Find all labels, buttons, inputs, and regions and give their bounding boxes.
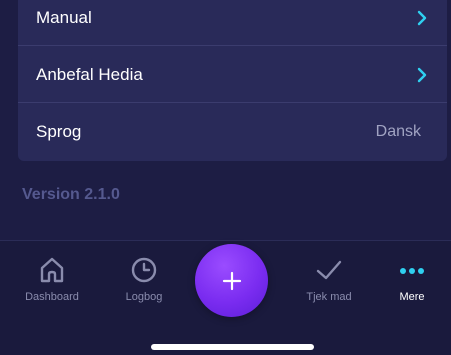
version-label: Version 2.1.0 [22,186,120,203]
settings-row-language[interactable]: Sprog Dansk [18,104,447,160]
settings-row-label: Manual [36,7,92,27]
settings-row-recommend[interactable]: Anbefal Hedia [18,47,447,103]
tab-dashboard[interactable]: Dashboard [12,255,92,303]
home-icon [40,257,64,283]
checkmark-icon [316,260,342,280]
language-value: Dansk [375,123,421,140]
settings-row-label: Sprog [36,122,82,141]
tab-label: Mere [399,291,425,303]
more-dots-icon [400,268,424,274]
settings-row-label: Anbefal Hedia [36,64,143,84]
home-indicator [151,344,314,350]
settings-row-manual[interactable]: Manual [18,0,447,46]
tab-label: Tjek mad [306,291,352,303]
tab-label: Dashboard [25,291,79,303]
chevron-right-icon [417,10,427,25]
plus-icon [222,271,241,290]
chevron-right-icon [417,67,427,82]
tab-logbog[interactable]: Logbog [104,255,184,303]
add-button[interactable] [195,244,268,317]
settings-card: Manual Anbefal Hedia Sprog Dansk [18,0,447,161]
tab-mere[interactable]: Mere [372,255,451,303]
tab-label: Logbog [125,291,163,303]
tab-tjek-mad[interactable]: Tjek mad [289,255,369,303]
clock-icon [131,257,157,283]
